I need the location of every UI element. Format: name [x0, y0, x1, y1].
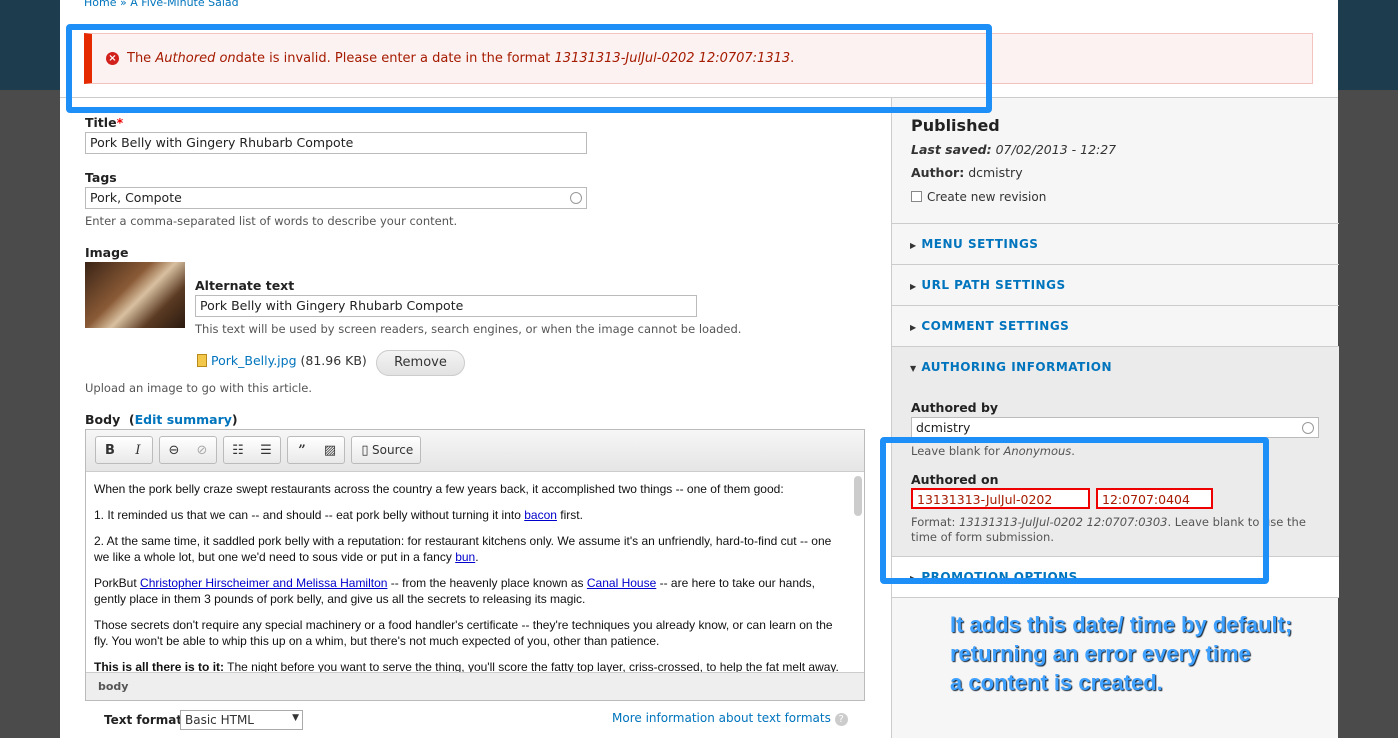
author: Author: dcmistry: [911, 165, 1023, 180]
autocomplete-icon: [1302, 422, 1314, 434]
blockquote-icon[interactable]: ”: [288, 443, 316, 458]
unlink-icon[interactable]: ⊘: [188, 443, 216, 458]
source-label: Source: [372, 443, 414, 457]
more-info: More information about text formats ?: [612, 711, 848, 726]
alt-text-label: Alternate text: [195, 278, 295, 293]
text-format-select[interactable]: Basic HTML ▼: [180, 710, 303, 730]
editor-content[interactable]: When the pork belly craze swept restaura…: [86, 473, 850, 672]
url-path-settings[interactable]: ▶ URL PATH SETTINGS: [892, 264, 1339, 305]
authors-link[interactable]: Christopher Hirscheimer and Melissa Hami…: [140, 576, 387, 590]
divider: [892, 597, 1339, 598]
file-info: Pork_Belly.jpg (81.96 KB): [197, 353, 367, 368]
paragraph: When the pork belly craze swept restaura…: [94, 482, 784, 496]
paragraph: PorkBut Christopher Hirscheimer and Meli…: [94, 576, 816, 606]
alt-text-description: This text will be used by screen readers…: [195, 322, 742, 336]
last-saved: Last saved: 07/02/2013 - 12:27: [911, 142, 1117, 157]
source-button[interactable]: ▯ Source: [351, 436, 421, 464]
authored-on-highlight-box: [880, 437, 1269, 584]
editor-scrollbar[interactable]: [854, 476, 862, 516]
source-icon: ▯: [361, 442, 369, 458]
title-label: Title*: [85, 115, 124, 130]
more-info-link[interactable]: More information about text formats: [612, 711, 831, 725]
bulleted-list-icon[interactable]: ☷: [224, 443, 252, 458]
editor-path: body: [86, 672, 864, 700]
canal-house-link[interactable]: Canal House: [587, 576, 656, 590]
numbered-list-icon[interactable]: ☰: [252, 443, 280, 458]
file-size: (81.96 KB): [300, 353, 367, 368]
paragraph: 1. It reminded us that we can -- and sho…: [94, 508, 583, 522]
breadcrumb-current[interactable]: A Five-Minute Salad: [130, 0, 238, 9]
link-icon[interactable]: ⊖: [160, 443, 188, 458]
paragraph: This is all there is to it: The night be…: [94, 660, 839, 672]
alt-text-input[interactable]: Pork Belly with Gingery Rhubarb Compote: [195, 295, 697, 317]
edit-summary-link[interactable]: Edit summary: [135, 412, 232, 427]
paragraph: Those secrets don't require any special …: [94, 618, 833, 648]
tags-description: Enter a comma-separated list of words to…: [85, 214, 458, 228]
remove-button[interactable]: Remove: [376, 350, 465, 376]
status: Published: [911, 116, 1000, 135]
bun-link[interactable]: bun: [455, 550, 475, 564]
annotation-note: It adds this date/ time by default; retur…: [950, 612, 1293, 695]
tags-value: Pork, Compote: [90, 190, 182, 205]
authored-by-input[interactable]: dcmistry: [911, 417, 1319, 438]
chevron-down-icon: ▼: [292, 713, 299, 723]
body-label: Body (Edit summary): [85, 412, 238, 427]
menu-settings[interactable]: ▶ MENU SETTINGS: [892, 223, 1339, 264]
title-input[interactable]: Pork Belly with Gingery Rhubarb Compote: [85, 132, 587, 154]
revision: Create new revision: [911, 190, 1046, 204]
tags-input[interactable]: Pork, Compote: [85, 187, 587, 209]
image-thumbnail: [85, 262, 185, 328]
editor-toolbar: BI ⊖ ⊘ ☷ ☰ ” ▨ ▯ Source: [86, 430, 864, 472]
authored-by-label: Authored by: [911, 400, 999, 415]
paragraph: 2. At the same time, it saddled pork bel…: [94, 534, 832, 564]
image-icon[interactable]: ▨: [316, 443, 344, 458]
text-format-label: Text format: [104, 713, 183, 727]
breadcrumb-home[interactable]: Home: [84, 0, 116, 9]
tags-label: Tags: [85, 170, 117, 185]
autocomplete-icon: [570, 192, 582, 204]
error-highlight-box: [66, 24, 992, 113]
image-description: Upload an image to go with this article.: [85, 381, 313, 395]
body-editor: BI ⊖ ⊘ ☷ ☰ ” ▨ ▯ Source When the pork belly …: [85, 429, 865, 701]
italic-button[interactable]: I: [124, 443, 152, 458]
image-label: Image: [85, 245, 129, 260]
breadcrumb-sep: »: [119, 0, 127, 9]
file-icon: [197, 354, 207, 367]
bold-button[interactable]: B: [96, 443, 124, 458]
breadcrumb: Home » A Five-Minute Salad: [84, 0, 239, 9]
comment-settings[interactable]: ▶ COMMENT SETTINGS: [892, 305, 1339, 346]
help-icon[interactable]: ?: [834, 713, 848, 726]
file-link[interactable]: Pork_Belly.jpg: [211, 353, 297, 368]
bacon-link[interactable]: bacon: [524, 508, 557, 522]
revision-checkbox[interactable]: [911, 191, 922, 202]
